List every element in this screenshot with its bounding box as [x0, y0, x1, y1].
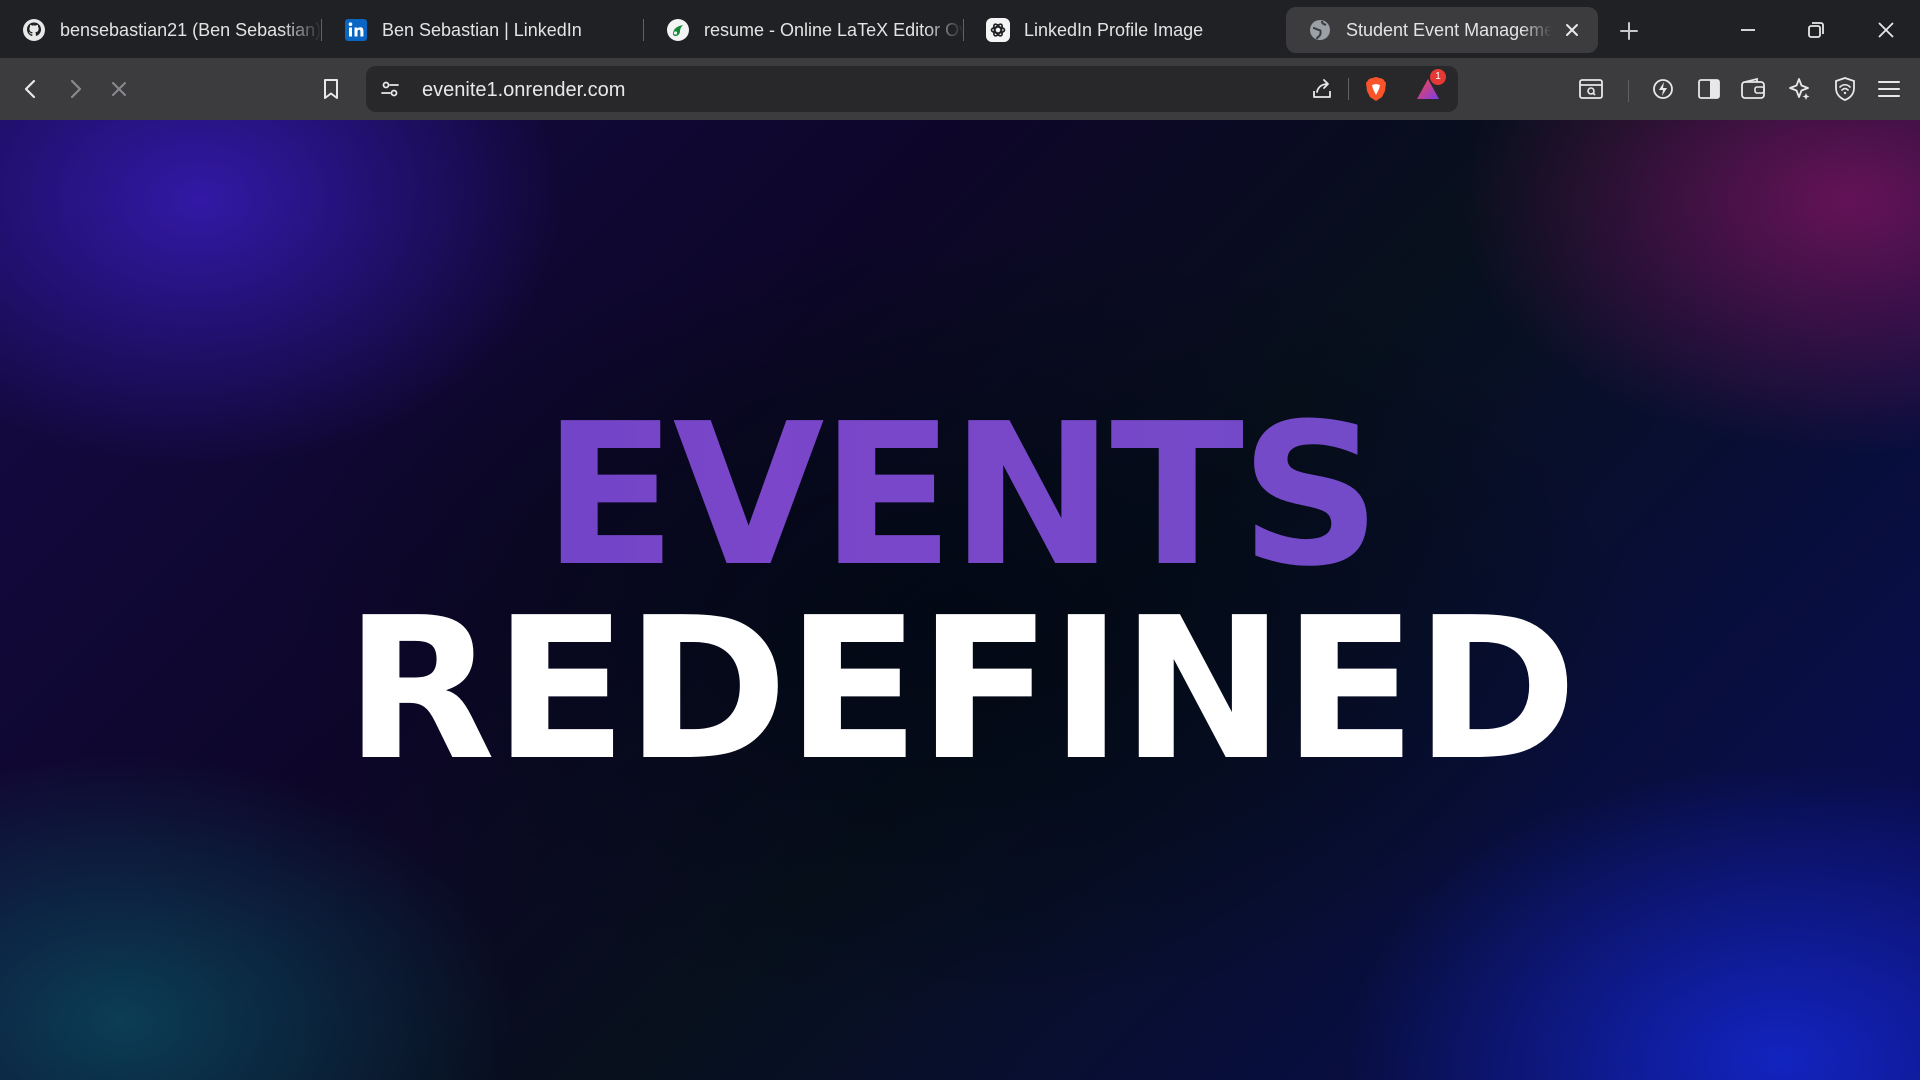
close-icon[interactable]: [1560, 18, 1584, 42]
hero-title-redefined: REDEFINED: [344, 576, 1578, 804]
address-bar[interactable]: evenite1.onrender.com 1: [366, 66, 1458, 112]
globe-icon: [1308, 18, 1332, 42]
tab-student-event[interactable]: Student Event Management: [1286, 7, 1598, 53]
tab-title: Ben Sebastian | LinkedIn: [382, 19, 582, 40]
page-hero-background: EVENTS REDEFINED: [0, 120, 1920, 1080]
tab-linkedin[interactable]: Ben Sebastian | LinkedIn: [322, 7, 644, 53]
bookmark-icon[interactable]: [314, 72, 348, 106]
menu-icon[interactable]: [1872, 72, 1906, 106]
linkedin-icon: [344, 18, 368, 42]
tab-chatgpt[interactable]: LinkedIn Profile Image: [964, 7, 1284, 53]
brave-rewards-icon[interactable]: 1: [1412, 69, 1446, 105]
hero-title-events: EVENTS: [0, 396, 1920, 596]
new-tab-icon[interactable]: [1614, 16, 1644, 46]
url-text[interactable]: evenite1.onrender.com: [422, 79, 625, 102]
tab-github[interactable]: bensebastian21 (Ben Sebastian): [0, 7, 322, 53]
overleaf-icon: [666, 18, 690, 42]
tab-title: LinkedIn Profile Image: [1024, 19, 1204, 40]
tab-search-icon[interactable]: [1574, 72, 1608, 106]
browser-toolbar: evenite1.onrender.com 1: [0, 58, 1920, 120]
share-icon[interactable]: [1306, 73, 1338, 105]
tab-title: resume - Online LaTeX Editor Overleaf: [704, 19, 964, 40]
minimize-icon[interactable]: [1730, 12, 1766, 48]
window-close-icon[interactable]: [1868, 12, 1904, 48]
tab-title: Student Event Management: [1346, 19, 1552, 40]
wallet-icon[interactable]: [1736, 72, 1770, 106]
chatgpt-icon: [986, 18, 1010, 42]
site-settings-icon[interactable]: [374, 73, 406, 105]
speedreader-icon[interactable]: [1646, 72, 1680, 106]
stop-loading-icon[interactable]: [102, 72, 136, 106]
brave-shields-icon[interactable]: [1360, 73, 1392, 105]
notification-badge: 1: [1430, 69, 1446, 85]
tab-title: bensebastian21 (Ben Sebastian): [60, 19, 322, 40]
tab-strip: bensebastian21 (Ben Sebastian) Ben Sebas…: [0, 0, 1920, 58]
forward-icon[interactable]: [58, 72, 92, 106]
tab-overleaf[interactable]: resume - Online LaTeX Editor Overleaf: [644, 7, 964, 53]
vpn-shield-icon[interactable]: [1828, 72, 1862, 106]
restore-icon[interactable]: [1798, 12, 1834, 48]
github-icon: [22, 18, 46, 42]
sidebar-icon[interactable]: [1692, 72, 1726, 106]
leo-ai-icon[interactable]: [1782, 72, 1816, 106]
back-icon[interactable]: [14, 72, 48, 106]
urlbar-separator: [1348, 78, 1349, 100]
toolbar-separator: [1628, 80, 1629, 102]
